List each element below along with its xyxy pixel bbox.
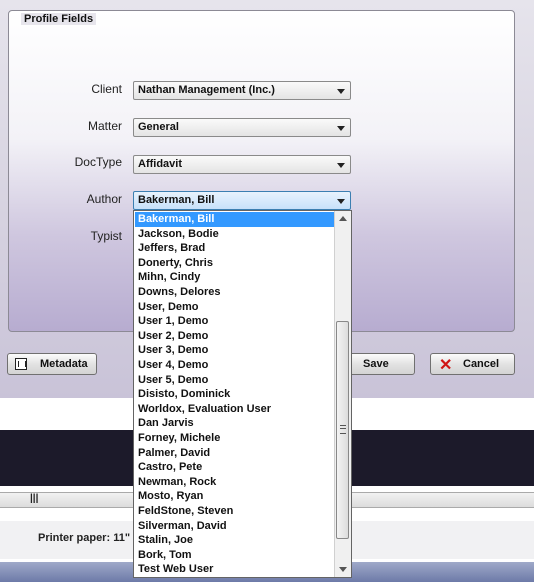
metadata-button[interactable]: Metadata	[7, 353, 97, 375]
author-option[interactable]: User 2, Demo	[135, 329, 337, 344]
author-option[interactable]: Downs, Delores	[135, 285, 337, 300]
author-option[interactable]: Castro, Pete	[135, 460, 337, 475]
grip-icon	[340, 425, 346, 434]
chevron-up-icon	[339, 216, 347, 221]
author-option[interactable]: Newman, Rock	[135, 475, 337, 490]
author-label: Author	[86, 192, 122, 206]
panel-title: Profile Fields	[21, 13, 97, 25]
author-combobox[interactable]: Bakerman, Bill	[133, 191, 351, 210]
cancel-button[interactable]: ✕ Cancel	[430, 353, 515, 375]
author-option[interactable]: Jeffers, Brad	[135, 241, 337, 256]
author-option[interactable]: Worldox, Evaluation User	[135, 402, 337, 417]
chevron-down-icon	[337, 89, 345, 94]
doctype-combobox[interactable]: Affidavit	[133, 155, 351, 174]
author-option[interactable]: Dan Jarvis	[135, 416, 337, 431]
chevron-down-icon	[337, 199, 345, 204]
author-option[interactable]: Jackson, Bodie	[135, 227, 337, 242]
dropdown-scrollbar[interactable]	[334, 211, 351, 577]
author-option[interactable]: Mihn, Cindy	[135, 270, 337, 285]
scroll-grip: |||	[30, 493, 39, 504]
author-option[interactable]: FeldStone, Steven	[135, 504, 337, 519]
matter-combobox[interactable]: General	[133, 118, 351, 137]
author-option[interactable]: Forney, Michele	[135, 431, 337, 446]
chevron-down-icon	[337, 163, 345, 168]
matter-label: Matter	[87, 119, 122, 133]
matter-value: General	[138, 121, 179, 133]
author-option[interactable]: Test Web User	[135, 562, 337, 577]
chevron-down-icon	[337, 126, 345, 131]
author-option[interactable]: User 1, Demo	[135, 314, 337, 329]
author-dropdown-list[interactable]: Bakerman, Bill Jackson, Bodie Jeffers, Bra…	[133, 210, 352, 578]
metadata-icon	[15, 358, 27, 370]
author-option[interactable]: User 3, Demo	[135, 343, 337, 358]
close-icon: ✕	[439, 357, 453, 374]
metadata-button-label: Metadata	[40, 358, 88, 370]
printer-paper-label: Printer paper: 11"	[38, 532, 131, 544]
author-option[interactable]: Silverman, David	[135, 519, 337, 534]
author-value: Bakerman, Bill	[138, 194, 215, 206]
typist-label: Typist	[90, 229, 122, 243]
client-label: Client	[91, 82, 122, 96]
scroll-down-button[interactable]	[335, 561, 351, 577]
cancel-button-label: Cancel	[463, 358, 500, 370]
author-option[interactable]: Stalin, Joe	[135, 533, 337, 548]
author-option[interactable]: Palmer, David	[135, 446, 337, 461]
author-option[interactable]: Mosto, Ryan	[135, 489, 337, 504]
doctype-label: DocType	[74, 155, 122, 169]
author-option[interactable]: User 5, Demo	[135, 373, 337, 388]
author-option[interactable]: Bork, Tom	[135, 548, 337, 563]
author-option[interactable]: User 4, Demo	[135, 358, 337, 373]
client-value: Nathan Management (Inc.)	[138, 84, 275, 96]
author-option[interactable]: Donerty, Chris	[135, 256, 337, 271]
scroll-up-button[interactable]	[335, 211, 351, 227]
client-combobox[interactable]: Nathan Management (Inc.)	[133, 81, 351, 100]
scroll-thumb[interactable]	[336, 321, 349, 539]
author-option[interactable]: User, Demo	[135, 300, 337, 315]
author-option[interactable]: Bakerman, Bill	[135, 212, 337, 227]
doctype-value: Affidavit	[138, 158, 182, 170]
author-option[interactable]: Disisto, Dominick	[135, 387, 337, 402]
chevron-down-icon	[339, 567, 347, 572]
save-button-label: Save	[363, 358, 389, 370]
